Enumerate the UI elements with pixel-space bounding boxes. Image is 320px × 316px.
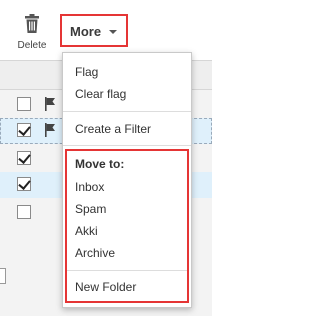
menu-item-folder-inbox[interactable]: Inbox [75,180,104,194]
menu-item-folder-akki[interactable]: Akki [75,224,98,238]
flag-icon[interactable] [44,123,56,137]
menu-item-create-filter[interactable]: Create a Filter [75,122,151,136]
menu-divider [67,270,187,271]
scroll-marker [0,268,6,284]
move-to-heading: Move to: [75,157,125,171]
toolbar: Delete More [0,0,212,60]
row-checkbox[interactable] [17,205,31,219]
more-button[interactable]: More [60,14,128,47]
row-checkbox[interactable] [17,123,31,137]
more-label: More [70,24,102,39]
menu-item-folder-archive[interactable]: Archive [75,246,115,260]
menu-item-clear-flag[interactable]: Clear flag [75,87,126,101]
row-checkbox[interactable] [17,97,31,111]
delete-label: Delete [17,40,47,51]
more-dropdown-menu: Flag Clear flag Create a Filter Move to:… [62,52,192,308]
delete-button[interactable]: Delete [12,10,52,52]
caret-down-icon [109,30,117,34]
menu-divider [63,111,191,112]
menu-item-flag[interactable]: Flag [75,65,98,79]
flag-icon[interactable] [44,97,56,111]
menu-item-new-folder[interactable]: New Folder [75,280,136,294]
row-checkbox[interactable] [17,151,31,165]
menu-divider [63,145,191,146]
row-checkbox[interactable] [17,177,31,191]
trash-icon [25,14,39,33]
menu-item-folder-spam[interactable]: Spam [75,202,106,216]
